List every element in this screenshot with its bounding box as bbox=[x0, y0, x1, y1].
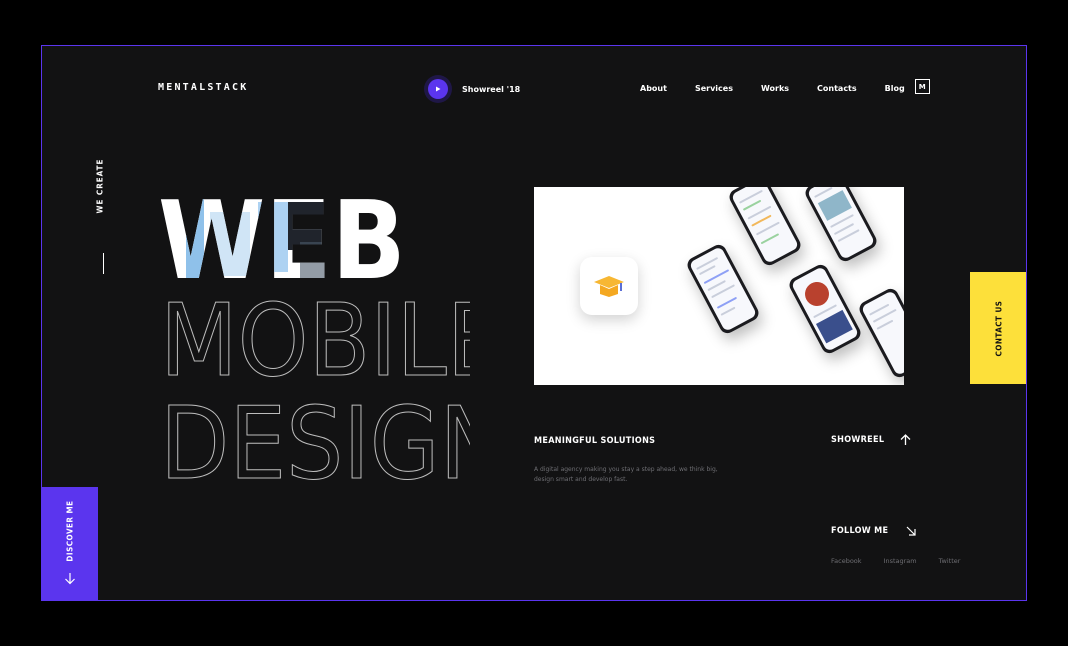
social-link-instagram[interactable]: Instagram bbox=[884, 557, 917, 565]
nav-item-services[interactable]: Services bbox=[695, 84, 733, 93]
showcase-image[interactable] bbox=[534, 187, 904, 385]
phone-mockup bbox=[802, 187, 880, 264]
menu-badge-button[interactable]: M bbox=[914, 79, 930, 94]
logo[interactable]: MENTALSTACK bbox=[158, 82, 248, 93]
nav-item-works[interactable]: Works bbox=[761, 84, 789, 93]
contact-us-button[interactable]: CONTACT US bbox=[970, 272, 1026, 384]
app-icon bbox=[580, 257, 638, 315]
graduation-cap-icon bbox=[594, 276, 624, 297]
hero-line-design: DESIGN bbox=[160, 385, 470, 492]
follow-label: FOLLOW ME bbox=[831, 526, 889, 536]
social-link-facebook[interactable]: Facebook bbox=[831, 557, 862, 565]
phone-mockup bbox=[684, 242, 762, 336]
follow-section: FOLLOW ME bbox=[831, 526, 916, 536]
arrow-up-icon bbox=[900, 434, 911, 445]
phone-mockup bbox=[786, 262, 864, 356]
showreel-header-link[interactable]: Showreel '18 bbox=[424, 75, 520, 103]
nav-item-blog[interactable]: Blog bbox=[885, 84, 905, 93]
arrow-down-right-icon bbox=[906, 526, 916, 536]
nav-item-contacts[interactable]: Contacts bbox=[817, 84, 857, 93]
hero-line-mobile: MOBILE bbox=[160, 282, 470, 399]
hero-text-svg: WEB WEB MOBILE DESIGN bbox=[158, 179, 507, 503]
contact-us-label: CONTACT US bbox=[994, 299, 1004, 357]
we-create-label: WE CREATE bbox=[95, 158, 105, 214]
main-nav: About Services Works Contacts Blog M bbox=[640, 79, 930, 94]
phone-mockup bbox=[726, 187, 804, 268]
vertical-divider bbox=[103, 253, 104, 274]
hero-headline: WEB WEB MOBILE DESIGN bbox=[158, 179, 507, 503]
landing-page: MENTALSTACK Showreel '18 About Services … bbox=[41, 45, 1027, 601]
arrow-down-icon bbox=[65, 573, 75, 585]
discover-me-label: DISCOVER ME bbox=[65, 500, 75, 562]
showreel-section-link[interactable]: SHOWREEL bbox=[831, 434, 911, 446]
solutions-description: A digital agency making you stay a step … bbox=[534, 466, 718, 483]
play-icon bbox=[436, 86, 441, 92]
social-link-twitter[interactable]: Twitter bbox=[939, 557, 961, 565]
play-button-ring[interactable] bbox=[424, 75, 452, 103]
discover-me-button[interactable]: DISCOVER ME bbox=[42, 487, 98, 600]
play-button[interactable] bbox=[428, 79, 448, 99]
showreel-section-label: SHOWREEL bbox=[831, 435, 885, 445]
showreel-label[interactable]: Showreel '18 bbox=[462, 85, 520, 94]
social-links: Facebook Instagram Twitter bbox=[831, 557, 960, 565]
phone-mockup bbox=[856, 286, 904, 380]
nav-item-about[interactable]: About bbox=[640, 84, 667, 93]
solutions-title: MEANINGFUL SOLUTIONS bbox=[534, 436, 656, 446]
